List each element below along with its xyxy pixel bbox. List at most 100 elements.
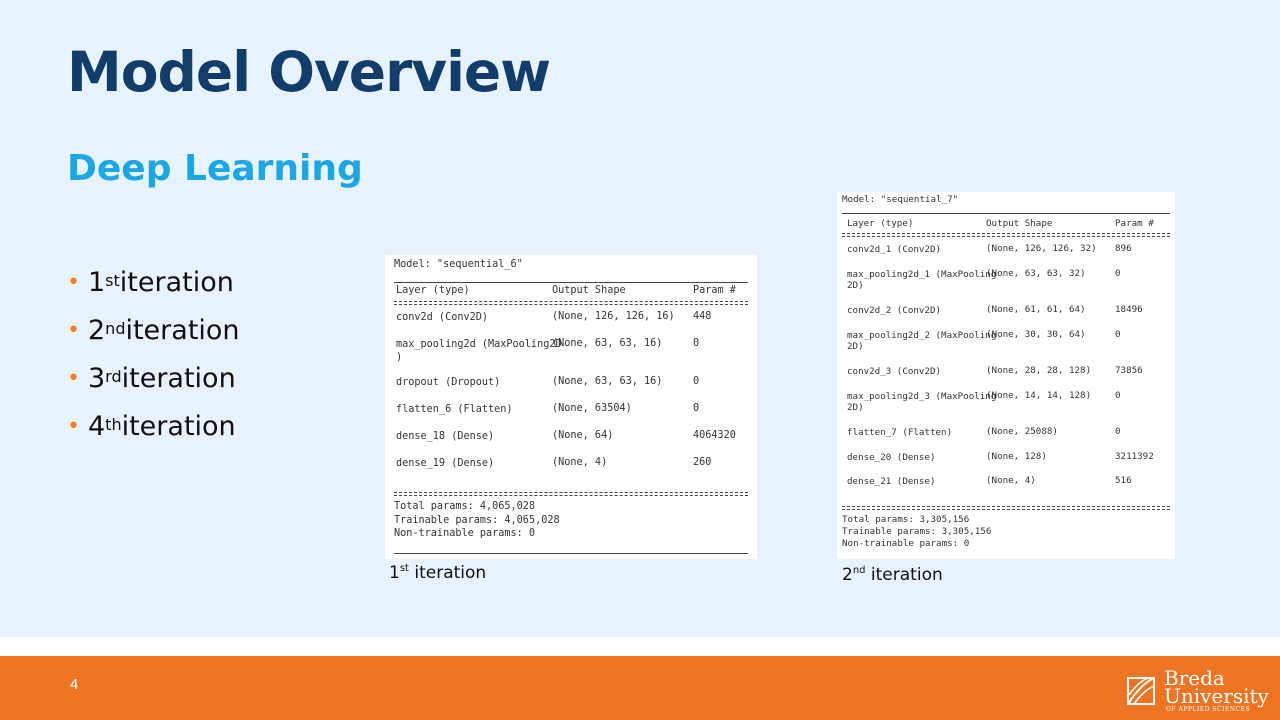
layer-param-count: 516: [1115, 475, 1132, 486]
layer-output-shape: (None, 4): [986, 475, 1036, 486]
layer-param-count: 18496: [1115, 304, 1143, 315]
layer-param-count: 0: [693, 338, 700, 349]
caption-number: 1: [389, 563, 400, 583]
layer-name: max_pooling2d_1 (MaxPooling 2D): [847, 268, 997, 292]
slide-subtitle: Deep Learning: [67, 148, 363, 189]
footer-double-rule: [842, 506, 1170, 510]
page-number: 4: [70, 676, 79, 693]
layer-output-shape: (None, 25088): [986, 426, 1058, 437]
footer-double-rule: [394, 492, 748, 496]
layer-name: dropout (Dropout): [396, 377, 501, 388]
model-summary-1: Model: "sequential_6" Layer (type) Output …: [385, 255, 757, 559]
non-trainable-params: Non-trainable params: 0: [842, 538, 970, 550]
layer-param-count: 0: [693, 376, 700, 387]
university-logo-icon: [1127, 677, 1155, 705]
caption-text: iteration: [408, 563, 487, 583]
layer-param-count: 448: [693, 311, 712, 322]
caption-iteration-1: 1st iteration: [389, 563, 486, 583]
layer-output-shape: (None, 30, 30, 64): [986, 328, 1086, 340]
bullet-ordinal: st: [105, 270, 120, 290]
trainable-params: Trainable params: 4,065,028: [394, 514, 560, 526]
bullet-ordinal: th: [105, 414, 122, 434]
layer-name: conv2d_2 (Conv2D): [847, 305, 942, 316]
layer-name: flatten_6 (Flatten): [396, 404, 513, 415]
breda-university-logo: Breda University OF APPLIED SCIENCES: [1126, 664, 1269, 713]
model-name: Model: "sequential_6": [394, 259, 523, 270]
layer-name: max_pooling2d (MaxPooling2D ): [396, 339, 562, 363]
layer-param-count: 3211392: [1115, 450, 1154, 462]
layer-param-count: 0: [1115, 328, 1121, 340]
bullet-dot-icon: •: [67, 317, 80, 343]
layer-name: dense_20 (Dense): [847, 451, 936, 463]
bullet-item: • 2nd iteration: [67, 306, 240, 354]
total-params: Total params: 4,065,028: [394, 501, 536, 512]
layer-param-count: 73856: [1115, 365, 1143, 376]
layer-param-count: 4064320: [693, 430, 736, 441]
model-name: Model: "sequential_7": [842, 194, 959, 205]
layer-output-shape: (None, 63504): [552, 403, 632, 414]
layer-name: dense_21 (Dense): [847, 476, 936, 487]
trainable-params: Trainable params: 3,305,156: [842, 526, 992, 538]
caption-ordinal: nd: [852, 565, 866, 577]
non-trainable-params: Non-trainable params: 0: [394, 528, 536, 539]
footer-divider: [0, 637, 1280, 656]
logo-text-applied-sciences: OF APPLIED SCIENCES: [1166, 706, 1251, 713]
output-shape-header: Output Shape: [986, 218, 1053, 229]
layer-name: conv2d_1 (Conv2D): [847, 244, 942, 255]
layer-name: conv2d_3 (Conv2D): [847, 366, 942, 377]
slide-title: Model Overview: [67, 40, 551, 104]
bullet-text: iteration: [121, 362, 236, 394]
param-count-header: Param #: [1115, 218, 1154, 229]
layer-output-shape: (None, 126, 126, 16): [552, 311, 675, 322]
layer-output-shape: (None, 4): [552, 457, 608, 468]
caption-iteration-2: 2nd iteration: [842, 565, 943, 585]
layer-type-header: Layer (type): [396, 285, 470, 296]
iteration-bullet-list: • 1st iteration • 2nd iteration • 3rd itera…: [67, 258, 240, 450]
bullet-item: • 4th iteration: [67, 402, 240, 450]
header-double-rule: [394, 301, 748, 305]
layer-output-shape: (None, 14, 14, 128): [986, 389, 1092, 401]
bullet-ordinal: rd: [105, 366, 122, 386]
layer-name: flatten_7 (Flatten): [847, 427, 953, 438]
bullet-text: iteration: [119, 266, 234, 298]
bullet-ordinal: nd: [105, 318, 126, 338]
layer-output-shape: (None, 28, 28, 128): [986, 365, 1092, 376]
layer-output-shape: (None, 61, 61, 64): [986, 304, 1086, 315]
layer-name: max_pooling2d_2 (MaxPooling 2D): [847, 329, 997, 353]
bullet-item: • 3rd iteration: [67, 354, 240, 402]
layer-param-count: 0: [1115, 267, 1121, 279]
param-count-header: Param #: [693, 285, 736, 296]
header-rule: [394, 282, 748, 283]
bullet-number: 3: [87, 362, 106, 394]
layer-output-shape: (None, 126, 126, 32): [986, 243, 1097, 254]
model-summary-2: Model: "sequential_7" Layer (type) Output …: [837, 192, 1175, 559]
layer-output-shape: (None, 128): [986, 450, 1047, 462]
layer-name: conv2d (Conv2D): [396, 312, 489, 323]
caption-text: iteration: [865, 565, 943, 585]
layer-output-shape: (None, 64): [552, 430, 614, 441]
layer-output-shape: (None, 63, 63, 32): [986, 267, 1086, 279]
layer-type-header: Layer (type): [847, 218, 914, 229]
output-shape-header: Output Shape: [552, 285, 626, 296]
header-double-rule: [842, 233, 1170, 237]
bullet-dot-icon: •: [67, 413, 80, 439]
layer-name: dense_18 (Dense): [396, 431, 495, 442]
bullet-item: • 1st iteration: [67, 258, 240, 306]
end-rule: [394, 553, 748, 554]
footer-bar: 4 Breda University OF APPLIED SCIENCES: [0, 656, 1280, 720]
logo-text-university: University: [1164, 684, 1269, 708]
layer-output-shape: (None, 63, 63, 16): [552, 338, 663, 349]
bullet-dot-icon: •: [67, 365, 80, 391]
bullet-number: 1: [87, 266, 106, 298]
caption-number: 2: [842, 565, 853, 585]
bullet-text: iteration: [125, 314, 240, 346]
header-rule: [842, 213, 1170, 214]
layer-param-count: 260: [693, 457, 712, 468]
bullet-text: iteration: [121, 410, 236, 442]
layer-name: max_pooling2d_3 (MaxPooling 2D): [847, 390, 997, 414]
layer-output-shape: (None, 63, 63, 16): [552, 376, 663, 387]
layer-param-count: 0: [1115, 389, 1121, 401]
bullet-number: 4: [87, 410, 106, 442]
bullet-number: 2: [87, 314, 106, 346]
layer-param-count: 0: [1115, 426, 1121, 437]
